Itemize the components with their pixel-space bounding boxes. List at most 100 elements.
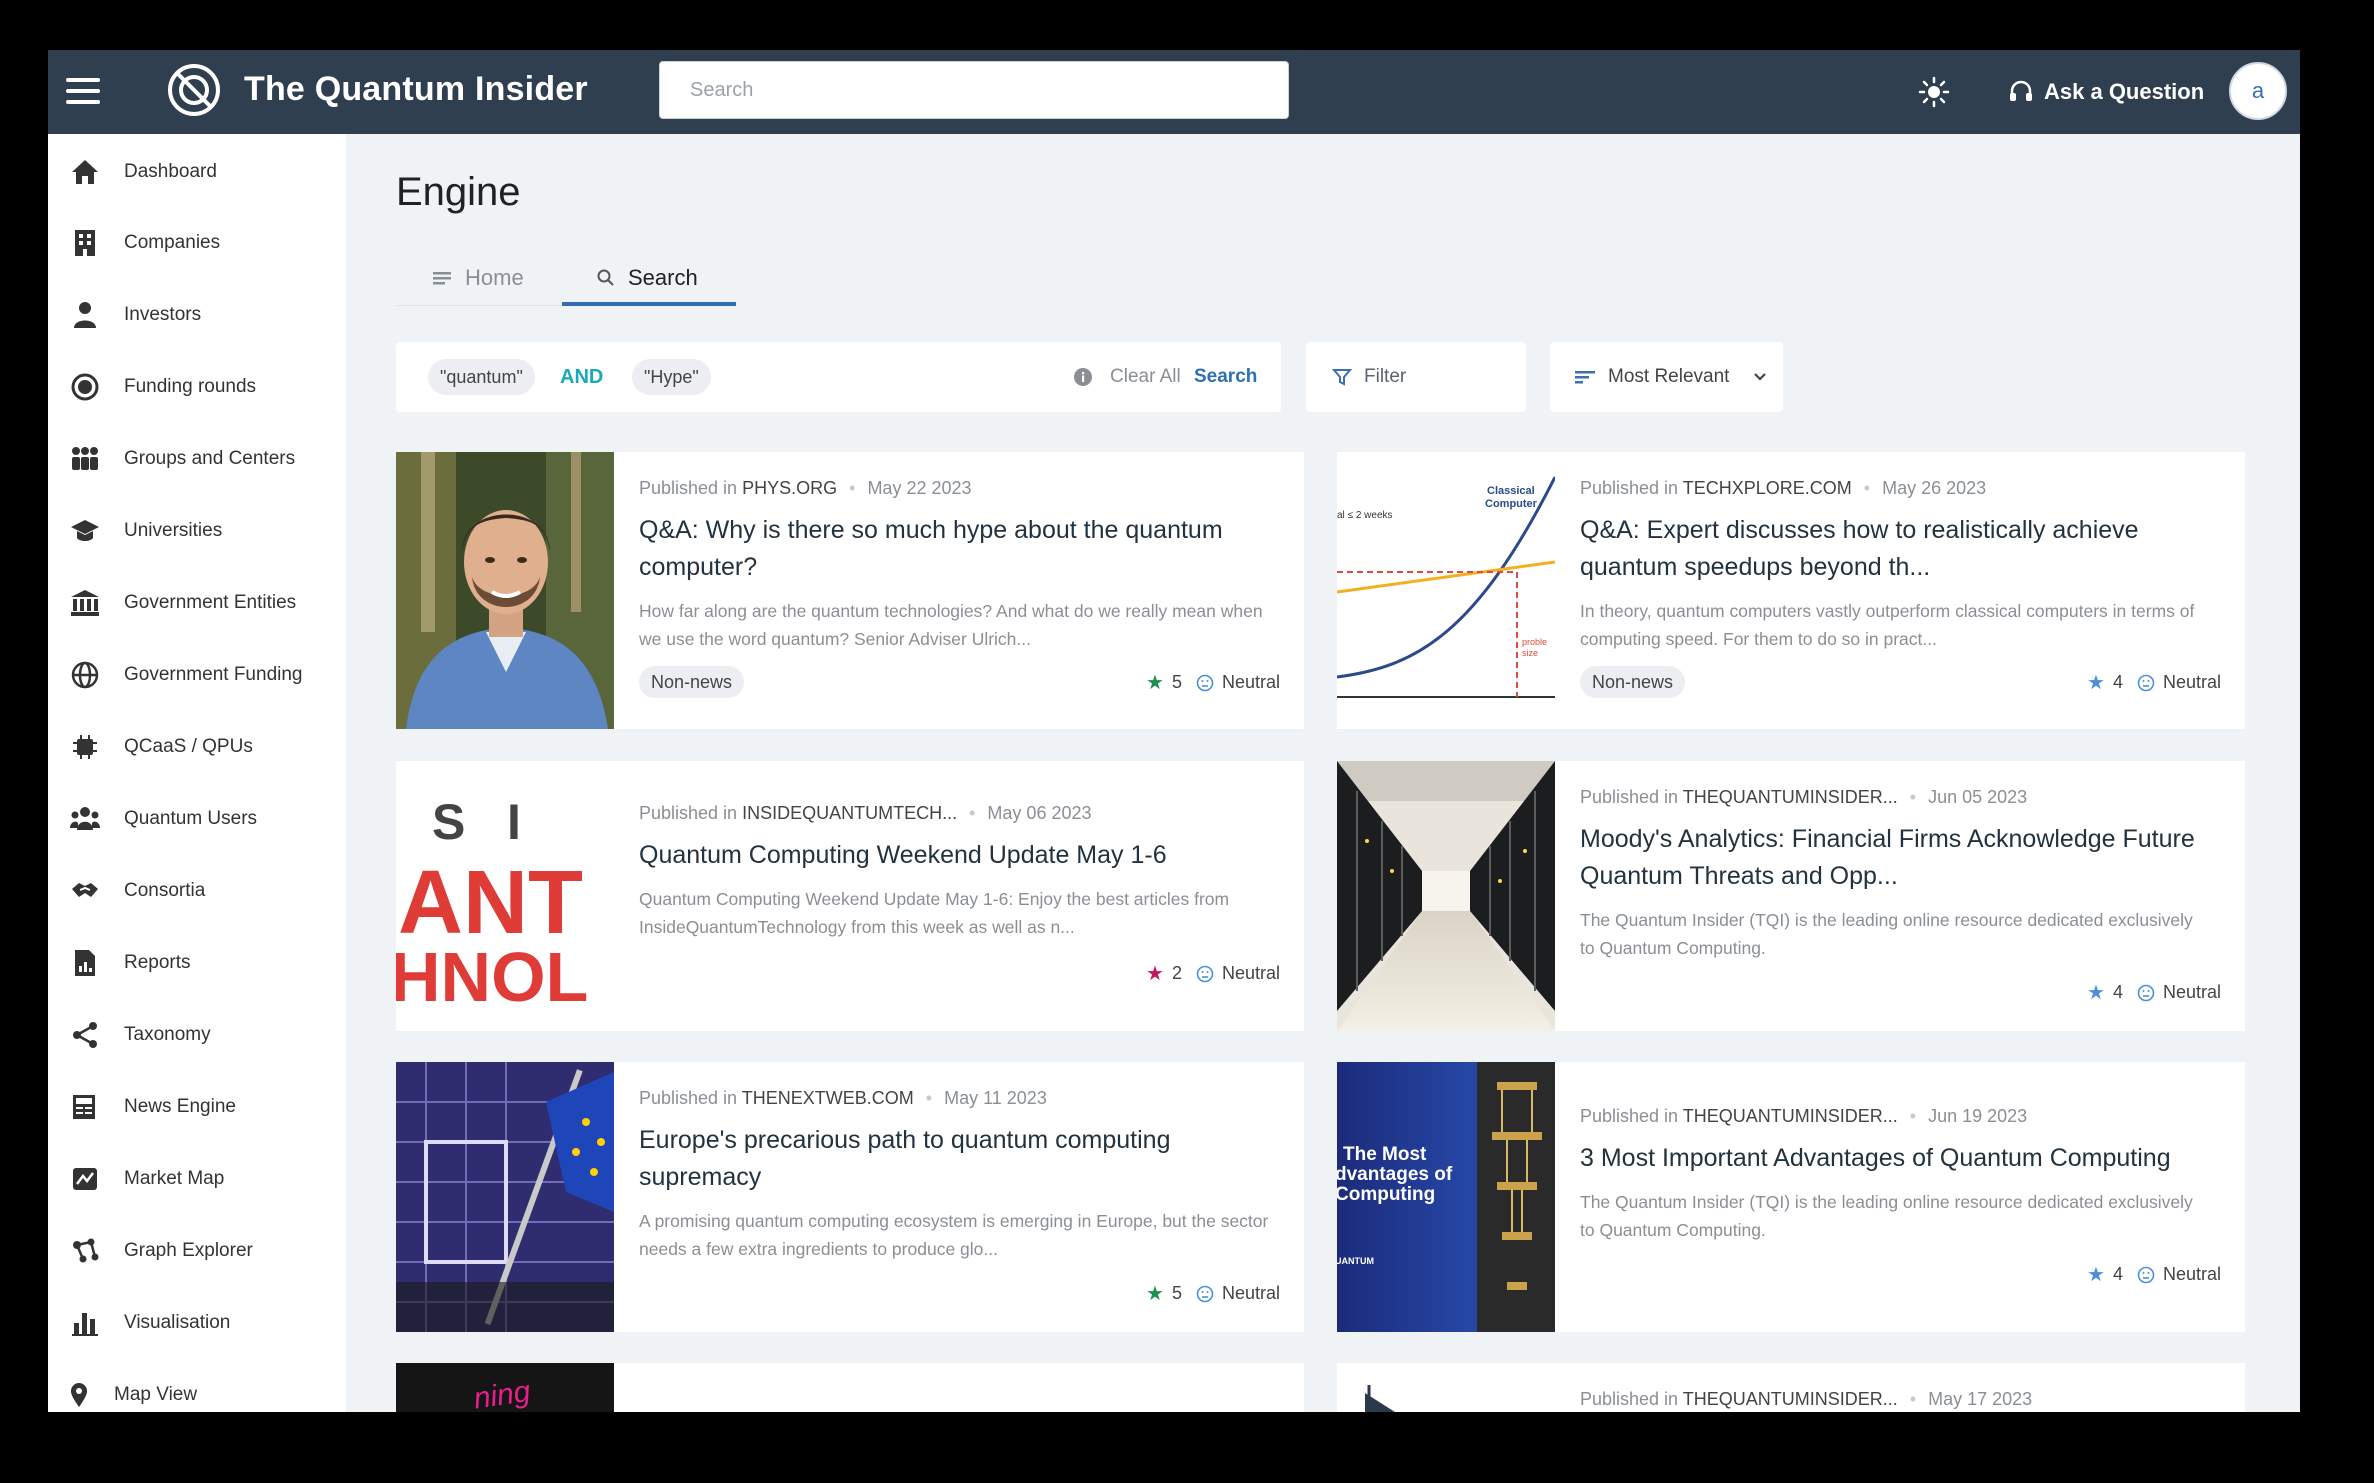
sidebar-item-funding-rounds[interactable]: Funding rounds: [48, 359, 346, 415]
sort-select[interactable]: Most Relevant: [1550, 342, 1783, 412]
app-title[interactable]: The Quantum Insider: [244, 70, 588, 109]
graph-icon: [68, 1234, 102, 1268]
article-title[interactable]: Q&A: Why is there so much hype about the…: [639, 512, 1280, 586]
article-rating: ★ 4 Neutral: [2087, 980, 2221, 1005]
article-source: THEQUANTUMINSIDER...: [1682, 787, 1898, 807]
article-tag-badge[interactable]: Non-news: [639, 666, 745, 698]
article-meta: Published in INSIDEQUANTUMTECH... • May 06…: [639, 803, 1092, 824]
sidebar-item-market-map[interactable]: Market Map: [48, 1151, 346, 1207]
graduation-cap-icon: [68, 514, 102, 548]
tab-search[interactable]: Search: [596, 250, 698, 306]
article-meta: Published in THEQUANTUMINSIDER... • May 17…: [1580, 1389, 2032, 1410]
neutral-face-icon: [1196, 674, 1214, 691]
sidebar-item-label: Quantum Users: [124, 808, 258, 829]
article-card[interactable]: al ≤ 2 weeks Classical Computer proble s…: [1337, 452, 2245, 729]
logo-icon[interactable]: [166, 62, 222, 118]
sidebar-item-quantum-users[interactable]: Quantum Users: [48, 791, 346, 847]
neutral-face-icon: [1196, 1285, 1214, 1302]
filter-label: Filter: [1364, 366, 1407, 387]
map-icon: [68, 1162, 102, 1196]
sidebar-item-companies[interactable]: Companies: [48, 215, 346, 271]
article-date: May 17 2023: [1928, 1389, 2033, 1409]
sidebar-item-taxonomy[interactable]: Taxonomy: [48, 1007, 346, 1063]
sidebar-item-label: Government Funding: [124, 664, 303, 685]
article-source: THEQUANTUMINSIDER...: [1682, 1106, 1898, 1126]
sidebar-item-news-engine[interactable]: News Engine: [48, 1079, 346, 1135]
article-title[interactable]: 3 Most Important Advantages of Quantum C…: [1580, 1140, 2221, 1177]
article-card[interactable]: Published in THEQUANTUMINSIDER... • May 17…: [1337, 1363, 2245, 1412]
article-card[interactable]: Published in PHYS.ORG • May 22 2023 Q&A: W…: [396, 452, 1304, 729]
ask-question-button[interactable]: Ask a Question: [2008, 72, 2204, 112]
thumb-text-line1: The Most: [1343, 1144, 1427, 1165]
article-source: THEQUANTUMINSIDER...: [1682, 1389, 1898, 1409]
published-prefix: Published in: [639, 478, 738, 498]
sidebar-item-label: Graph Explorer: [124, 1240, 253, 1261]
article-card[interactable]: The Most dvantages of Computing UANTUM P…: [1337, 1062, 2245, 1332]
query-search-button[interactable]: Search: [1194, 366, 1257, 388]
sidebar-item-dashboard[interactable]: Dashboard: [48, 144, 346, 200]
neutral-face-icon: [2137, 984, 2155, 1001]
published-prefix: Published in: [639, 1088, 738, 1108]
headset-icon: [2010, 80, 2032, 101]
sentiment-label: Neutral: [1221, 1283, 1280, 1303]
article-title[interactable]: Quantum Computing Weekend Update May 1-6: [639, 837, 1280, 874]
sidebar-item-graph-explorer[interactable]: Graph Explorer: [48, 1223, 346, 1279]
query-term-chip[interactable]: "quantum": [428, 359, 535, 395]
query-operator[interactable]: AND: [560, 366, 603, 389]
thumb-text-line1: S I: [432, 794, 521, 850]
rating-value: 4: [2112, 672, 2123, 692]
top-bar: The Quantum Insider Ask a Question a: [48, 50, 2300, 134]
article-title[interactable]: Q&A: Expert discusses how to realistical…: [1580, 512, 2221, 586]
sidebar-item-investors[interactable]: Investors: [48, 287, 346, 343]
global-search-input[interactable]: [659, 61, 1289, 119]
sun-icon[interactable]: [1916, 74, 1952, 110]
sidebar-item-reports[interactable]: Reports: [48, 935, 346, 991]
sidebar-item-qcaas-qpus[interactable]: QCaaS / QPUs: [48, 719, 346, 775]
rating-value: 4: [2112, 1264, 2123, 1284]
group-icon: [68, 442, 102, 476]
thumb-brand-text: UANTUM: [1337, 1256, 1374, 1266]
published-prefix: Published in: [1580, 1106, 1679, 1126]
newspaper-icon: [68, 1090, 102, 1124]
article-card[interactable]: ning: [396, 1363, 1304, 1412]
chart-label-computer: Computer: [1485, 498, 1538, 510]
article-meta: Published in THENEXTWEB.COM • May 11 2023: [639, 1088, 1047, 1109]
article-title[interactable]: Moody's Analytics: Financial Firms Ackno…: [1580, 821, 2221, 895]
article-rating: ★ 4 Neutral: [2087, 1262, 2221, 1287]
article-date: May 06 2023: [987, 803, 1092, 823]
clear-all-button[interactable]: Clear All: [1110, 366, 1181, 388]
article-rating: ★ 5 Neutral: [1146, 1281, 1280, 1306]
page-title: Engine: [396, 170, 521, 214]
star-icon: ★: [2087, 1264, 2105, 1286]
sidebar-item-label: QCaaS / QPUs: [124, 736, 253, 757]
article-card[interactable]: Published in THEQUANTUMINSIDER... • Jun 05…: [1337, 761, 2245, 1031]
building-icon: [68, 226, 102, 260]
sidebar-item-consortia[interactable]: Consortia: [48, 863, 346, 919]
sidebar-item-map-view[interactable]: Map View: [48, 1367, 346, 1412]
sidebar-item-government-entities[interactable]: Government Entities: [48, 575, 346, 631]
sort-selected-value: Most Relevant: [1608, 366, 1730, 387]
article-tag-badge[interactable]: Non-news: [1580, 666, 1686, 698]
user-avatar[interactable]: a: [2229, 62, 2287, 120]
active-tab-indicator: [562, 302, 736, 306]
sidebar-item-groups-and-centers[interactable]: Groups and Centers: [48, 431, 346, 487]
bar-chart-icon: [68, 1306, 102, 1340]
article-description: Quantum Computing Weekend Update May 1-6…: [639, 889, 1230, 937]
query-term-chip[interactable]: "Hype": [632, 359, 711, 395]
sidebar-item-universities[interactable]: Universities: [48, 503, 346, 559]
filter-button[interactable]: Filter: [1306, 342, 1526, 412]
sidebar-item-government-funding[interactable]: Government Funding: [48, 647, 346, 703]
person-icon: [68, 298, 102, 332]
thumb-text-line3: Computing: [1337, 1184, 1435, 1205]
chevron-down-icon: [1754, 373, 1767, 381]
tab-home[interactable]: Home: [431, 250, 524, 306]
ask-question-label: Ask a Question: [2044, 79, 2205, 104]
sidebar-item-visualisation[interactable]: Visualisation: [48, 1295, 346, 1351]
sidebar-item-label: Funding rounds: [124, 376, 257, 397]
article-card[interactable]: Published in THENEXTWEB.COM • May 11 2023 …: [396, 1062, 1304, 1332]
info-icon[interactable]: [1073, 367, 1093, 387]
article-title[interactable]: Europe's precarious path to quantum comp…: [639, 1122, 1280, 1196]
article-card[interactable]: S I ANT HNOL Published in INSIDEQUANTUMT…: [396, 761, 1304, 1031]
sidebar: Dashboard Companies Investors Funding ro…: [48, 134, 346, 1412]
hamburger-icon[interactable]: [66, 78, 100, 104]
